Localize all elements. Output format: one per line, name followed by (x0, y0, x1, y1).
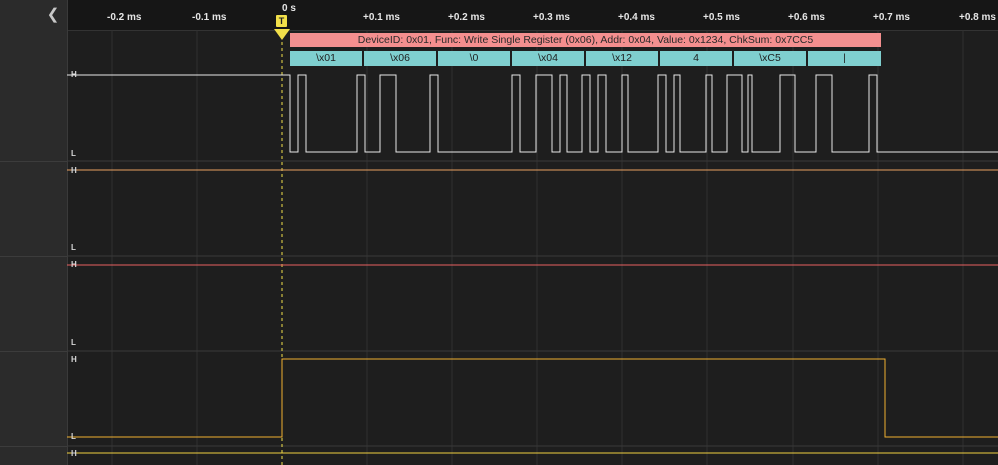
channel-2-low-label: L (71, 338, 76, 347)
channel-1-high-label: H (71, 166, 77, 175)
channel-1-low-label: L (71, 243, 76, 252)
decoded-byte[interactable]: \x12 (586, 51, 658, 66)
channel-0-high-label: H (71, 70, 77, 79)
waveform-area[interactable] (0, 0, 998, 465)
decoded-byte[interactable]: \x01 (290, 51, 362, 66)
decoded-byte[interactable]: | (808, 51, 881, 66)
modbus-frame-annotation[interactable]: DeviceID: 0x01, Func: Write Single Regis… (290, 33, 881, 47)
time-grid (111, 30, 964, 465)
channel-0-low-label: L (71, 149, 76, 158)
channel-2-high-label: H (71, 260, 77, 269)
channel-3-waveform (67, 358, 998, 438)
channel-0-waveform (67, 74, 998, 153)
decoded-byte[interactable]: \xC5 (734, 51, 806, 66)
decoded-byte[interactable]: 4 (660, 51, 732, 66)
lane-separators (67, 160, 998, 447)
channel-3-high-label: H (71, 355, 77, 364)
channel-4-high-label: H (71, 449, 77, 458)
channel-3-low-label: L (71, 432, 76, 441)
decoded-byte[interactable]: \0 (438, 51, 510, 66)
decoded-byte[interactable]: \x04 (512, 51, 584, 66)
decoded-byte[interactable]: \x06 (364, 51, 436, 66)
